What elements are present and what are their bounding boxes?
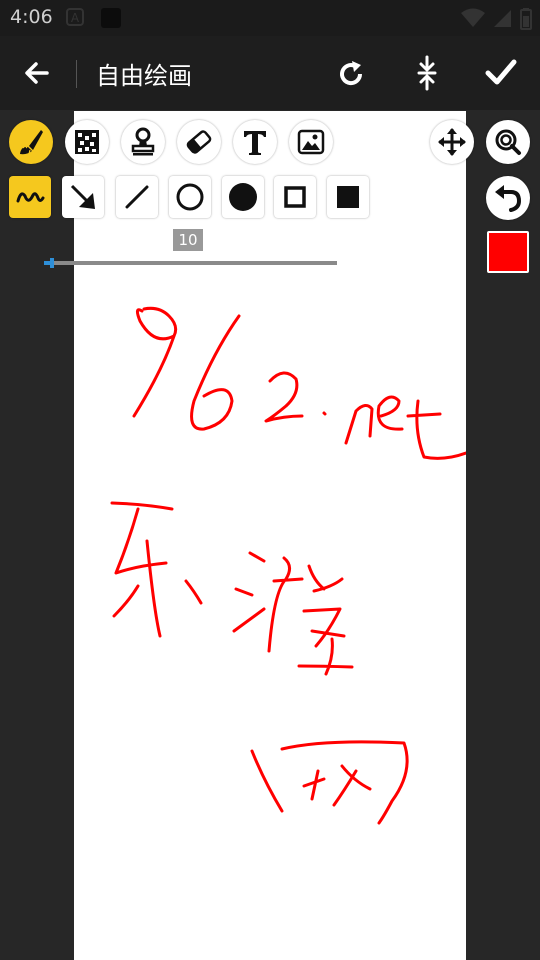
wifi-icon <box>460 8 486 32</box>
notification-a-icon: A <box>66 8 84 30</box>
title-divider <box>76 60 77 88</box>
handwriting-strokes <box>110 306 466 825</box>
notification-square-icon <box>100 8 122 34</box>
freehand-wave-icon <box>16 192 45 203</box>
text-icon <box>244 131 266 155</box>
shape-square-outline[interactable] <box>274 176 316 218</box>
move-icon <box>438 128 466 156</box>
arrow-icon <box>70 184 95 209</box>
undo-tool[interactable] <box>486 176 530 220</box>
brush-size-label: 10 <box>173 229 203 251</box>
image-tool[interactable] <box>289 120 333 164</box>
back-arrow-icon[interactable] <box>17 53 57 93</box>
rotate-icon[interactable] <box>331 53 371 93</box>
brush-size-slider[interactable] <box>44 258 337 268</box>
eraser-icon <box>186 130 212 154</box>
stamp-icon <box>131 127 155 156</box>
app-bar: 自由绘画 <box>0 36 540 110</box>
svg-text:A: A <box>71 11 80 25</box>
check-icon[interactable] <box>481 53 521 93</box>
eraser-tool[interactable] <box>177 120 221 164</box>
mosaic-icon <box>75 130 99 154</box>
status-bar: 4:06 A <box>0 0 540 36</box>
circle-filled-icon <box>229 183 257 211</box>
page-title: 自由绘画 <box>96 62 192 90</box>
zoom-tool[interactable] <box>486 120 530 164</box>
circle-outline-icon <box>176 183 204 211</box>
shape-square-filled[interactable] <box>327 176 369 218</box>
slider-thumb[interactable] <box>49 258 54 268</box>
square-outline-icon <box>284 186 306 208</box>
shape-freehand[interactable] <box>9 176 51 218</box>
stamp-tool[interactable] <box>121 120 165 164</box>
image-icon <box>297 129 325 155</box>
shape-line[interactable] <box>116 176 158 218</box>
compress-icon[interactable] <box>407 53 447 93</box>
shape-arrow[interactable] <box>62 176 104 218</box>
brush-icon <box>19 130 43 155</box>
shape-circle-outline[interactable] <box>169 176 211 218</box>
status-time: 4:06 <box>10 6 53 28</box>
battery-icon <box>520 8 532 34</box>
text-tool[interactable] <box>233 120 277 164</box>
line-icon <box>125 185 149 209</box>
shape-circle-filled[interactable] <box>222 176 264 218</box>
drawing-canvas[interactable] <box>74 111 466 960</box>
brush-tool[interactable] <box>9 120 53 164</box>
brush-color-swatch[interactable] <box>487 231 529 273</box>
signal-icon <box>493 8 513 32</box>
square-filled-icon <box>337 186 359 208</box>
undo-icon <box>495 185 522 212</box>
mosaic-tool[interactable] <box>65 120 109 164</box>
move-tool[interactable] <box>430 120 474 164</box>
zoom-icon <box>495 129 521 155</box>
